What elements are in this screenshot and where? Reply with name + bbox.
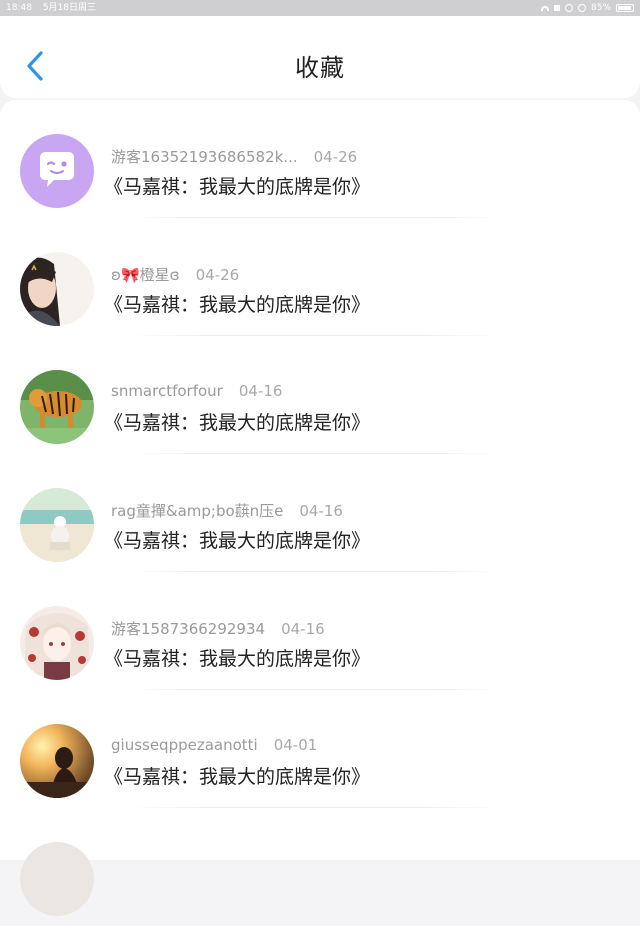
girl-photo-avatar xyxy=(20,252,94,326)
meta-line: rag童撣&amp;bo蕻n压e 04-16 xyxy=(111,500,343,521)
sunset-photo-avatar xyxy=(20,724,94,798)
status-left: 18:48 5月18日周三 xyxy=(6,0,104,16)
avatar[interactable] xyxy=(20,842,94,916)
status-bar: 18:48 5月18日周三 85% xyxy=(0,0,640,16)
status-right: 85% xyxy=(540,0,634,16)
date: 04-01 xyxy=(273,736,318,754)
wifi-icon xyxy=(540,5,549,11)
avatar[interactable] xyxy=(20,606,94,680)
anime-girl-avatar xyxy=(20,606,94,680)
avatar[interactable] xyxy=(20,488,94,562)
username: giusseqppezaanotti xyxy=(111,736,258,754)
date: 04-26 xyxy=(195,266,240,284)
username: 游客1587366292934 xyxy=(111,620,266,638)
tiger-photo-avatar xyxy=(20,370,94,444)
username: snmarctforfour xyxy=(111,382,223,400)
article-title[interactable]: 《马嘉祺：我最大的底牌是你》 xyxy=(104,290,370,317)
status-time: 18:48 xyxy=(6,3,32,13)
battery-percent: 85% xyxy=(590,3,611,13)
date: 04-16 xyxy=(238,382,283,400)
rotation-lock-icon xyxy=(577,4,586,12)
favorites-list: 游客16352193686582k... 04-26 《马嘉祺：我最大的底牌是你》… xyxy=(0,100,640,916)
list-item[interactable]: rag童撣&amp;bo蕻n压e 04-16 《马嘉祺：我最大的底牌是你》 xyxy=(0,454,640,572)
article-title[interactable]: 《马嘉祺：我最大的底牌是你》 xyxy=(104,172,370,199)
chat-bubble-avatar xyxy=(20,134,94,208)
avatar[interactable] xyxy=(20,134,94,208)
list-item[interactable]: snmarctforfour 04-16 《马嘉祺：我最大的底牌是你》 xyxy=(0,336,640,454)
article-title[interactable]: 《马嘉祺：我最大的底牌是你》 xyxy=(104,526,370,553)
beach-photo-avatar xyxy=(20,488,94,562)
location-icon xyxy=(564,4,573,12)
username: ʚ🎀橙星ɞ xyxy=(111,266,180,284)
list-item[interactable]: 游客1587366292934 04-16 《马嘉祺：我最大的底牌是你》 xyxy=(0,572,640,690)
meta-line: 游客1587366292934 04-16 xyxy=(111,618,325,639)
list-item[interactable]: ʚ🎀橙星ɞ 04-26 《马嘉祺：我最大的底牌是你》 xyxy=(0,218,640,336)
meta-line: ʚ🎀橙星ɞ 04-26 xyxy=(111,264,239,285)
meta-line: giusseqppezaanotti 04-01 xyxy=(111,736,317,754)
date: 04-16 xyxy=(281,620,325,638)
avatar[interactable] xyxy=(20,724,94,798)
list-item[interactable] xyxy=(0,808,640,926)
article-title[interactable]: 《马嘉祺：我最大的底牌是你》 xyxy=(104,644,370,671)
avatar[interactable] xyxy=(20,252,94,326)
username: 游客16352193686582k... xyxy=(111,148,298,166)
next-avatar xyxy=(20,842,94,916)
article-title[interactable]: 《马嘉祺：我最大的底牌是你》 xyxy=(104,408,370,435)
battery-icon xyxy=(616,4,634,12)
article-title[interactable]: 《马嘉祺：我最大的底牌是你》 xyxy=(104,762,370,789)
avatar[interactable] xyxy=(20,370,94,444)
status-date: 5月18日周三 xyxy=(42,3,96,13)
date: 04-26 xyxy=(313,148,358,166)
list-item[interactable]: giusseqppezaanotti 04-01 《马嘉祺：我最大的底牌是你》 xyxy=(0,690,640,808)
lock-icon xyxy=(553,5,560,11)
meta-line: snmarctforfour 04-16 xyxy=(111,382,282,400)
date: 04-16 xyxy=(299,502,343,520)
page-title: 收藏 xyxy=(295,54,345,82)
meta-line: 游客16352193686582k... 04-26 xyxy=(111,146,357,167)
nav-bar: 收藏 xyxy=(0,16,640,98)
list-item[interactable]: 游客16352193686582k... 04-26 《马嘉祺：我最大的底牌是你》 xyxy=(0,100,640,218)
username: rag童撣&amp;bo蕻n压e xyxy=(111,502,284,520)
